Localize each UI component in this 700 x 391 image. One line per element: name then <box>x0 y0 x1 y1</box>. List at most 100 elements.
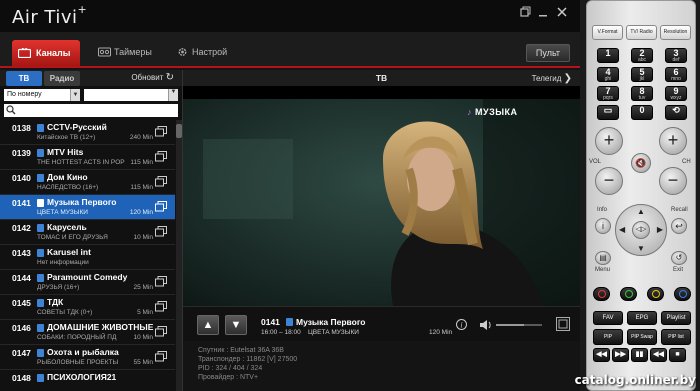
remote-toggle-button[interactable]: Пульт <box>526 44 570 62</box>
tv-radio-button[interactable]: TV/ Radio <box>626 25 657 40</box>
channel-up-button[interactable]: ▲ <box>197 315 219 335</box>
info-icon[interactable]: i <box>456 319 467 330</box>
remote-control: V.Format TV/ Radio Resolution + + − − 🔇 … <box>586 0 696 391</box>
video-player[interactable]: ♪ МУЗЫКА <box>183 99 580 306</box>
resolution-button[interactable]: Resolution <box>660 25 691 40</box>
video-format-button[interactable]: V.Format <box>592 25 623 40</box>
ok-button[interactable]: ◁▷ <box>632 221 650 239</box>
digit-9-button[interactable]: 9 wxyz <box>665 86 687 101</box>
scrollbar-thumb[interactable] <box>176 124 182 138</box>
channel-row[interactable]: 0144 Paramount Comedy ДРУЗЬЯ (16+) 25 Mi… <box>0 270 175 295</box>
channel-search-input[interactable] <box>4 104 178 117</box>
prev-button[interactable]: ◀◀ <box>650 348 667 362</box>
tab-settings-label: Настрой <box>192 47 228 57</box>
dpad: ▲ ▼ ◀ ▶ ◁▷ <box>615 204 667 256</box>
minimize-icon[interactable] <box>537 6 549 18</box>
channel-list-scrollbar[interactable] <box>176 120 182 391</box>
channel-down-button[interactable]: ▼ <box>225 315 247 335</box>
close-icon[interactable] <box>556 6 568 18</box>
app-window: Air Tivi+ Каналы Таймеры Настрой Пульт Т… <box>0 0 580 391</box>
info-button[interactable]: i <box>595 218 611 234</box>
rewind-button[interactable]: ◀◀ <box>593 348 610 362</box>
schedule-icon[interactable] <box>155 276 167 287</box>
channel-row[interactable]: 0145 ТДК СОВЕТЫ ТДК (0+) 5 Min <box>0 295 175 320</box>
tv-filter-button[interactable]: ТВ <box>6 71 42 86</box>
speaker-icon[interactable] <box>480 320 492 330</box>
playlist-button[interactable]: Playlist <box>661 311 691 325</box>
schedule-icon[interactable] <box>155 301 167 312</box>
sort-select[interactable]: По номеру ▼ <box>4 89 80 101</box>
signal-info: Спутник : Eutelsat 36A 36B Транспондер :… <box>183 341 580 391</box>
app-title: Air Tivi+ <box>12 3 88 28</box>
digit-1-button[interactable]: 1 <box>597 48 619 63</box>
dpad-left-button[interactable]: ◀ <box>619 225 625 234</box>
digit-5-button[interactable]: 5 jkl <box>631 67 653 82</box>
schedule-icon[interactable] <box>155 151 167 162</box>
digit-8-button[interactable]: 8 tuv <box>631 86 653 101</box>
channel-logo-icon <box>37 249 44 257</box>
list-button[interactable]: ▭ <box>597 105 619 120</box>
digit-2-button[interactable]: 2 abc <box>631 48 653 63</box>
schedule-icon[interactable] <box>155 201 167 212</box>
tab-channels[interactable]: Каналы <box>12 40 81 66</box>
digit-6-button[interactable]: 6 mno <box>665 67 687 82</box>
pip-button[interactable]: PIP <box>593 329 623 345</box>
stop-button[interactable]: ■ <box>669 348 686 362</box>
digit-0-button[interactable]: 0 <box>631 105 653 120</box>
tv-guide-button[interactable]: Телегид ❯ <box>532 73 572 84</box>
pip-list-button[interactable]: PIP list <box>661 329 691 345</box>
channel-row[interactable]: 0139 MTV Hits THE HOTTEST ACTS IN POP 11… <box>0 145 175 170</box>
channel-row[interactable]: 0138 CCTV-Русский Китайское ТВ (12+) 240… <box>0 120 175 145</box>
yellow-button[interactable] <box>647 287 664 301</box>
digit-3-button[interactable]: 3 def <box>665 48 687 63</box>
sort-value: По номеру <box>7 91 42 98</box>
schedule-icon[interactable] <box>155 226 167 237</box>
volume-down-button[interactable]: − <box>595 167 623 195</box>
schedule-icon[interactable] <box>155 126 167 137</box>
green-button[interactable] <box>620 287 637 301</box>
pause-button[interactable]: ▮▮ <box>631 348 648 362</box>
epg-button[interactable]: EPG <box>627 311 657 325</box>
dpad-up-button[interactable]: ▲ <box>637 207 645 216</box>
restore-icon[interactable] <box>519 6 531 18</box>
channel-row[interactable]: 0148 ПСИХОЛОГИЯ21 <box>0 370 175 391</box>
mute-icon[interactable]: 🔇 <box>631 153 651 173</box>
green-dot-icon <box>625 290 633 298</box>
schedule-icon[interactable] <box>155 326 167 337</box>
back-button[interactable]: ⟲ <box>665 105 687 120</box>
channel-row[interactable]: 0143 Karusel int Нет информации <box>0 245 175 270</box>
fast-forward-button[interactable]: ▶▶ <box>612 348 629 362</box>
channel-row[interactable]: 0140 Дом Кино НАСЛЕДСТВО (16+) 115 Min <box>0 170 175 195</box>
channel-program: СОБАКИ: ПОРОДНЫЙ ПД <box>37 334 117 341</box>
refresh-button[interactable]: Обновит ↻ <box>131 72 174 83</box>
fav-button[interactable]: FAV <box>593 311 623 325</box>
digit-7-button[interactable]: 7 pqrs <box>597 86 619 101</box>
watermark-text: catalog.onliner.by <box>574 373 696 387</box>
channel-row-selected[interactable]: 0141 Музыка Первого ЦВЕТА МУЗЫКИ 120 Min <box>0 195 175 220</box>
channel-name: ТДК <box>47 297 64 307</box>
recall-button[interactable]: ↩ <box>671 218 687 234</box>
schedule-icon[interactable] <box>155 351 167 362</box>
group-select[interactable]: ▼ <box>84 89 178 101</box>
channel-down-remote-button[interactable]: − <box>659 167 687 195</box>
radio-filter-button[interactable]: Радио <box>44 71 80 86</box>
channel-row[interactable]: 0147 Охота и рыбалка РЫБОЛОВНЫЕ ПРОЕКТЫ … <box>0 345 175 370</box>
tab-settings[interactable]: Настрой <box>170 41 227 63</box>
channel-row[interactable]: 0146 ДОМАШНИЕ ЖИВОТНЫЕ СОБАКИ: ПОРОДНЫЙ … <box>0 320 175 345</box>
schedule-icon[interactable] <box>155 176 167 187</box>
blue-button[interactable] <box>674 287 691 301</box>
red-button[interactable] <box>593 287 610 301</box>
channel-up-remote-button[interactable]: + <box>659 127 687 155</box>
tab-timers[interactable]: Таймеры <box>92 41 152 63</box>
exit-button[interactable]: ↺ <box>671 251 687 265</box>
volume-slider[interactable] <box>496 324 542 326</box>
dpad-right-button[interactable]: ▶ <box>657 225 663 234</box>
volume-up-button[interactable]: + <box>595 127 623 155</box>
pip-swap-button[interactable]: PIP Swap <box>627 329 657 345</box>
screenshot-icon[interactable] <box>556 317 570 331</box>
digit-4-button[interactable]: 4 ghi <box>597 67 619 82</box>
channel-row[interactable]: 0142 Карусель ТОМАС И ЕГО ДРУЗЬЯ 10 Min <box>0 220 175 245</box>
dpad-down-button[interactable]: ▼ <box>637 244 645 253</box>
digit-letters: abc <box>637 57 647 63</box>
menu-button[interactable]: ▤ <box>595 251 611 265</box>
